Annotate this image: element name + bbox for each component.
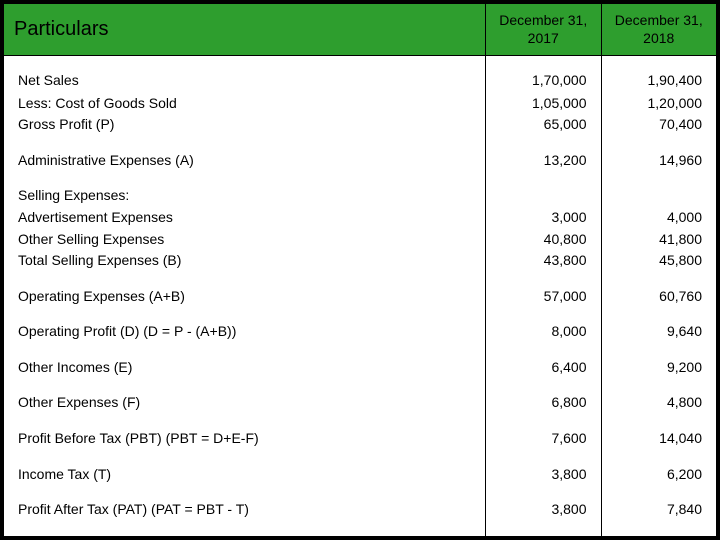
row-value-2018: 41,800 [601,229,717,251]
spacer-row [4,272,717,286]
header-year-2017: December 31, 2017 [486,4,601,56]
spacer-row [4,450,717,464]
row-label: Administrative Expenses (A) [4,150,486,172]
row-label: Total Selling Expenses (B) [4,250,486,272]
row-value-2017: 13,200 [486,150,601,172]
table-row: Profit After Tax (PAT) (PAT = PBT - T) 3… [4,499,717,536]
row-value-2018: 60,760 [601,286,717,308]
row-value-2018: 1,90,400 [601,56,717,93]
row-value-2018 [601,185,717,207]
table-row: Other Expenses (F) 6,800 4,800 [4,392,717,414]
table-row: Operating Expenses (A+B) 57,000 60,760 [4,286,717,308]
row-value-2017: 65,000 [486,114,601,136]
row-value-2017: 7,600 [486,428,601,450]
table-row: Less: Cost of Goods Sold 1,05,000 1,20,0… [4,93,717,115]
table-row: Profit Before Tax (PBT) (PBT = D+E-F) 7,… [4,428,717,450]
row-value-2017: 43,800 [486,250,601,272]
row-value-2017: 6,800 [486,392,601,414]
row-label: Profit Before Tax (PBT) (PBT = D+E-F) [4,428,486,450]
row-label: Operating Profit (D) (D = P - (A+B)) [4,321,486,343]
row-value-2017 [486,185,601,207]
row-value-2018: 70,400 [601,114,717,136]
table-row: Advertisement Expenses 3,000 4,000 [4,207,717,229]
row-label: Advertisement Expenses [4,207,486,229]
row-label: Other Selling Expenses [4,229,486,251]
row-value-2018: 14,040 [601,428,717,450]
document-frame: Particulars December 31, 2017 December 3… [0,0,720,540]
row-label: Other Incomes (E) [4,357,486,379]
table-row: Operating Profit (D) (D = P - (A+B)) 8,0… [4,321,717,343]
row-value-2018: 1,20,000 [601,93,717,115]
row-label: Income Tax (T) [4,464,486,486]
table-row: Gross Profit (P) 65,000 70,400 [4,114,717,136]
row-label: Gross Profit (P) [4,114,486,136]
row-value-2018: 4,800 [601,392,717,414]
income-statement-table: Particulars December 31, 2017 December 3… [3,3,717,537]
row-label: Selling Expenses: [4,185,486,207]
row-value-2017: 57,000 [486,286,601,308]
row-label: Other Expenses (F) [4,392,486,414]
spacer-row [4,307,717,321]
header-particulars: Particulars [4,4,486,56]
spacer-row [4,171,717,185]
spacer-row [4,414,717,428]
table-row: Other Incomes (E) 6,400 9,200 [4,357,717,379]
row-value-2018: 4,000 [601,207,717,229]
table-row: Other Selling Expenses 40,800 41,800 [4,229,717,251]
row-value-2018: 9,200 [601,357,717,379]
table-row: Net Sales 1,70,000 1,90,400 [4,56,717,93]
table-row: Administrative Expenses (A) 13,200 14,96… [4,150,717,172]
row-value-2017: 6,400 [486,357,601,379]
row-value-2018: 9,640 [601,321,717,343]
header-row: Particulars December 31, 2017 December 3… [4,4,717,56]
row-value-2017: 8,000 [486,321,601,343]
table-row: Income Tax (T) 3,800 6,200 [4,464,717,486]
row-value-2018: 14,960 [601,150,717,172]
spacer-row [4,136,717,150]
spacer-row [4,343,717,357]
row-value-2017: 3,800 [486,464,601,486]
header-year-2018: December 31, 2018 [601,4,717,56]
row-label: Less: Cost of Goods Sold [4,93,486,115]
row-value-2017: 40,800 [486,229,601,251]
row-label: Operating Expenses (A+B) [4,286,486,308]
row-value-2018: 6,200 [601,464,717,486]
row-value-2017: 3,800 [486,499,601,536]
table-row: Total Selling Expenses (B) 43,800 45,800 [4,250,717,272]
table-row: Selling Expenses: [4,185,717,207]
row-value-2018: 45,800 [601,250,717,272]
row-label: Profit After Tax (PAT) (PAT = PBT - T) [4,499,486,536]
row-value-2017: 3,000 [486,207,601,229]
row-value-2017: 1,05,000 [486,93,601,115]
row-value-2017: 1,70,000 [486,56,601,93]
row-value-2018: 7,840 [601,499,717,536]
row-label: Net Sales [4,56,486,93]
spacer-row [4,485,717,499]
spacer-row [4,378,717,392]
